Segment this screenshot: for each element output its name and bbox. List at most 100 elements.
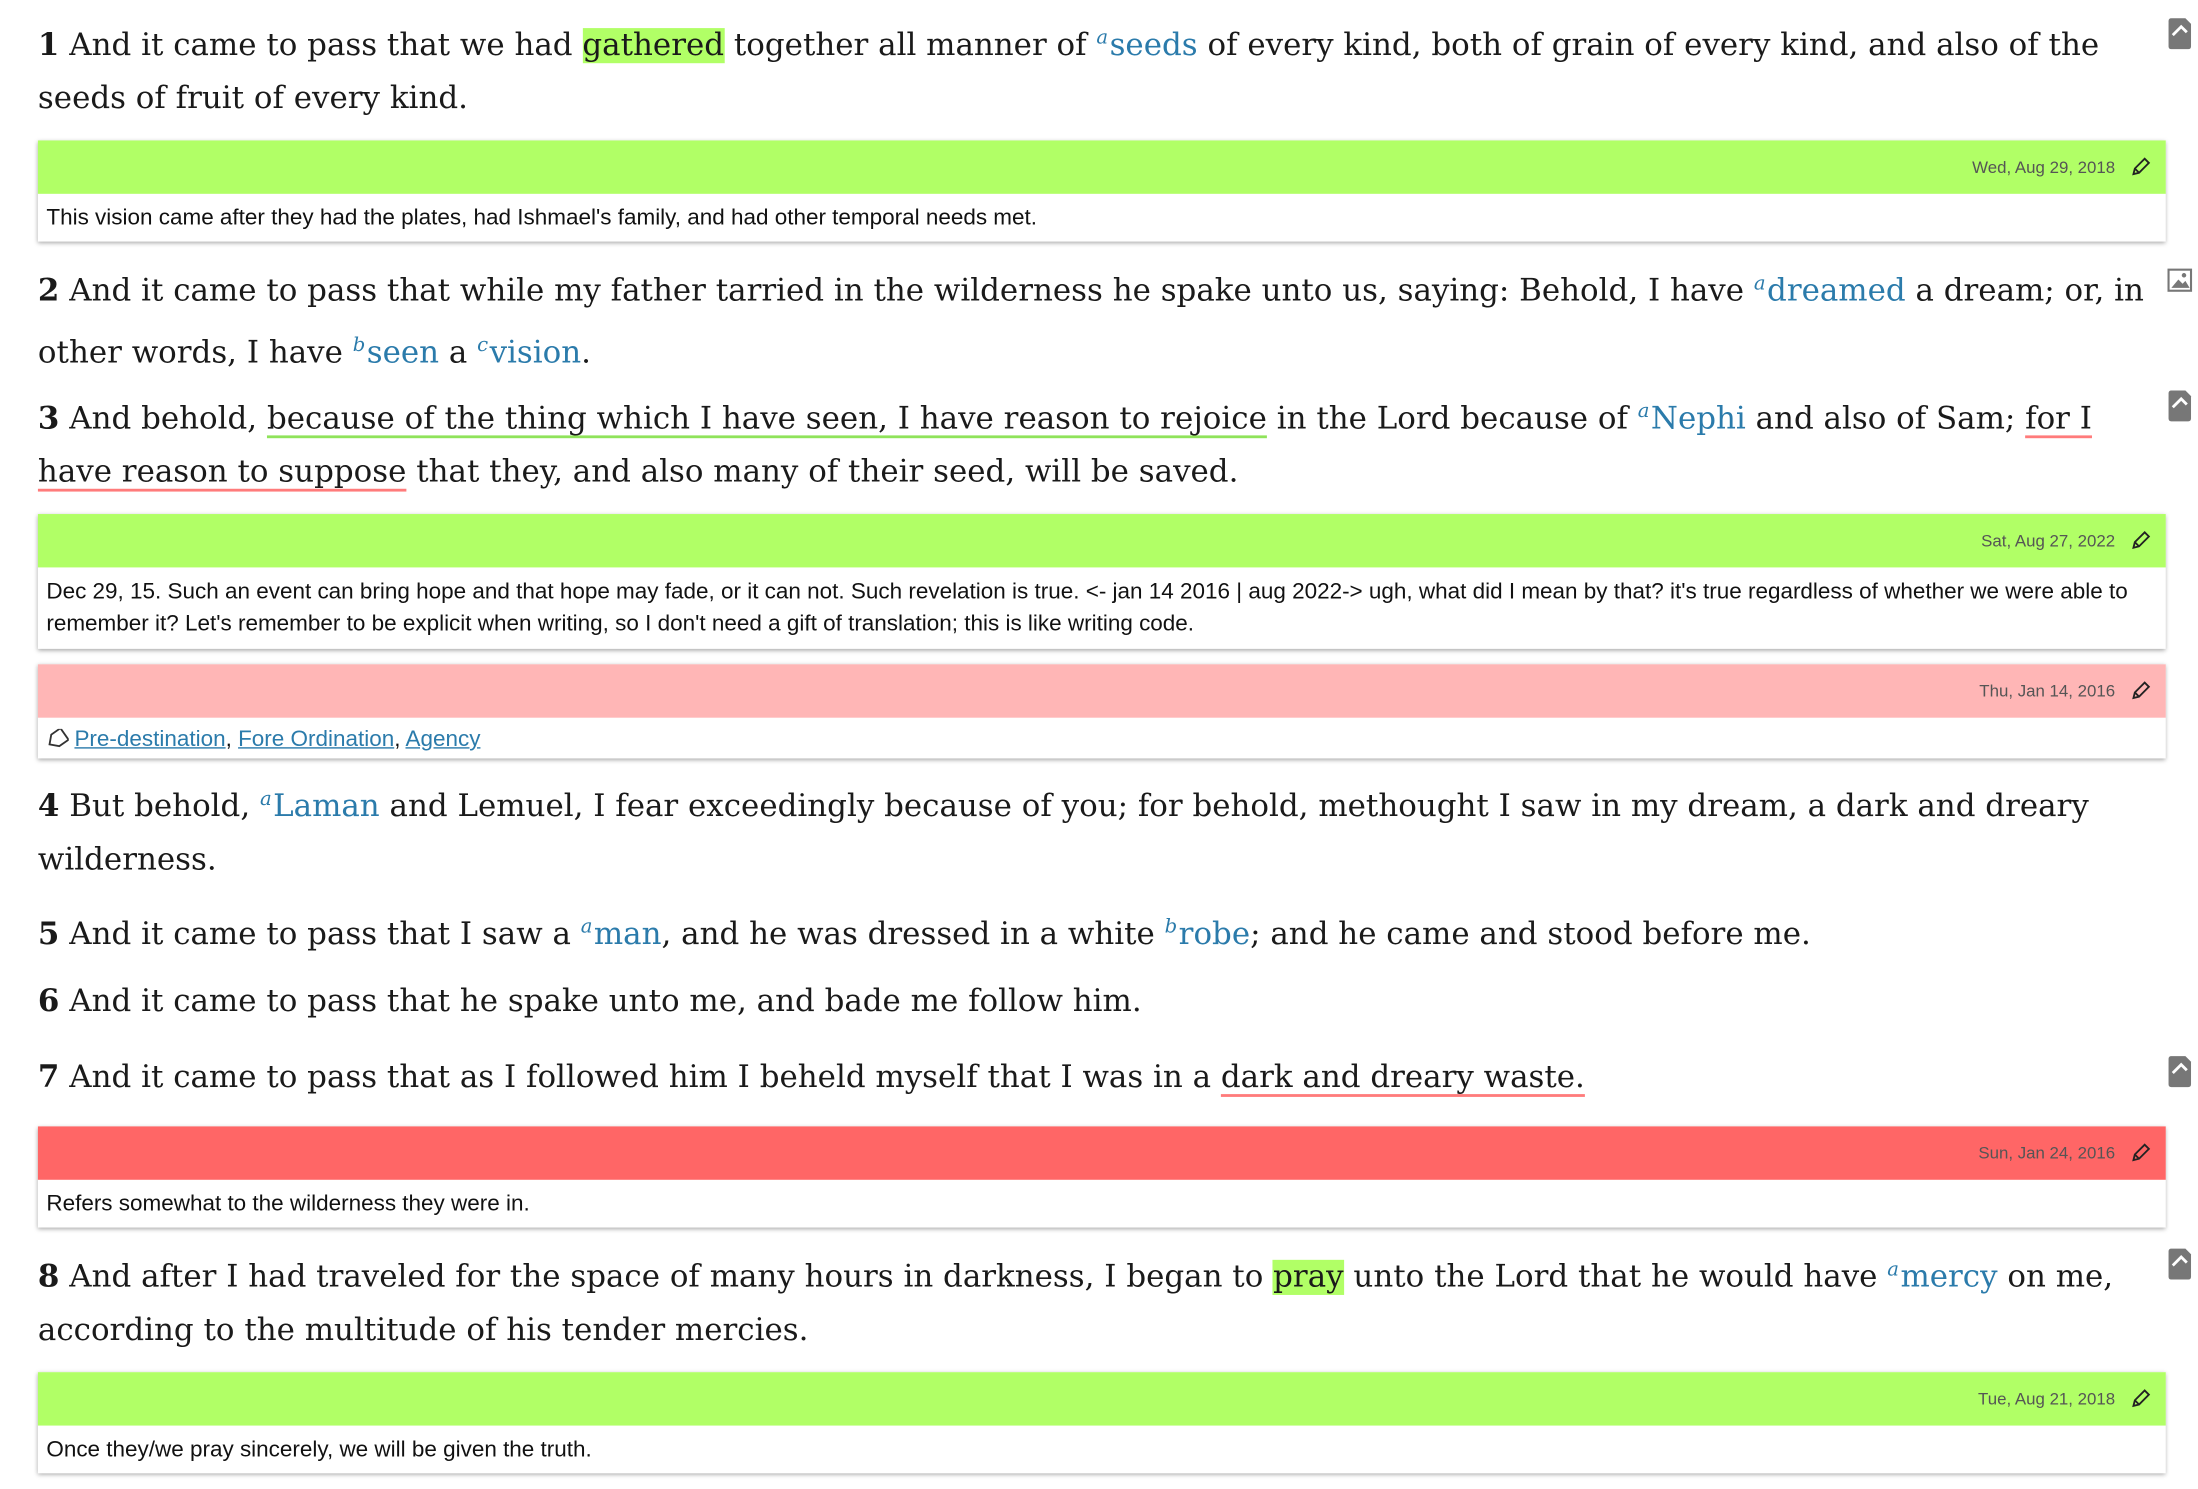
verse-text: . [581, 335, 592, 371]
pencil-icon[interactable] [2129, 1142, 2151, 1164]
footnote-link-seeds[interactable]: aseeds [1096, 26, 1198, 64]
footnote-marker: c [477, 334, 489, 357]
tag-icon [46, 726, 70, 758]
note-date: Wed, Aug 29, 2018 [1972, 157, 2116, 177]
note-highlight-bar: Sun, Jan 24, 2016 [37, 1126, 2166, 1180]
verse-text: And it came to pass that while my father… [69, 273, 1754, 309]
note-icon[interactable] [2167, 17, 2192, 51]
footnote-marker: a [259, 787, 272, 811]
verse-3[interactable]: 3 And behold, because of the thing which… [38, 385, 2152, 500]
note-card[interactable]: Sun, Jan 24, 2016 Refers somewhat to the… [37, 1126, 2166, 1228]
verse-text: And it came to pass that I saw a [69, 917, 581, 953]
note-highlight-bar: Thu, Jan 14, 2016 [37, 664, 2166, 718]
verse-number: 4 [37, 787, 60, 825]
pencil-icon[interactable] [2129, 156, 2151, 178]
verse-5[interactable]: 5 And it came to pass that I saw a aman,… [38, 900, 2152, 962]
footnote-link-dreamed[interactable]: adreamed [1753, 272, 1906, 309]
verse-text: And it came to pass that we had [69, 28, 583, 64]
footnote-word: mercy [1900, 1259, 1998, 1295]
note-icon[interactable] [2167, 389, 2192, 423]
verse-text: And behold, [69, 401, 267, 437]
verse-6[interactable]: 6 And it came to pass that he spake unto… [38, 975, 2152, 1030]
verse-number: 5 [37, 915, 60, 953]
verse-text: together all manner of [724, 28, 1097, 64]
verse-number: 7 [37, 1058, 60, 1096]
footnote-marker: a [1887, 1258, 1900, 1281]
footnote-marker: a [1753, 272, 1766, 295]
footnote-link-seen[interactable]: bseen [352, 334, 440, 371]
note-highlight-bar: Wed, Aug 29, 2018 [37, 140, 2166, 194]
underline-green-mark[interactable]: because of the thing which I have seen, … [267, 402, 1267, 437]
note-text: Once they/we pray sincerely, we will be … [46, 1438, 592, 1463]
footnote-word: seen [366, 335, 440, 371]
verse-4[interactable]: 4 But behold, aLaman and Lemuel, I fear … [38, 772, 2152, 887]
verse-text: a [439, 335, 478, 371]
note-date: Sat, Aug 27, 2022 [1981, 530, 2116, 551]
footnote-marker: a [1096, 26, 1109, 50]
footnote-word: dreamed [1767, 273, 1906, 309]
verse-text: And it came to pass that he spake unto m… [69, 984, 1142, 1020]
footnote-word: vision [489, 335, 582, 371]
note-card[interactable]: Wed, Aug 29, 2018 This vision came after… [37, 140, 2166, 242]
footnote-marker: b [352, 334, 366, 357]
tag-note-card[interactable]: Thu, Jan 14, 2016 Pre-destination, Fore … [37, 664, 2166, 759]
tag-link-fore-ordination[interactable]: Fore Ordination [238, 728, 394, 752]
pencil-icon[interactable] [2129, 1388, 2151, 1410]
verse-8[interactable]: 8 And after I had traveled for the space… [38, 1243, 2152, 1358]
pencil-icon[interactable] [2129, 680, 2151, 702]
verse-text: And after I had traveled for the space o… [69, 1259, 1274, 1295]
note-date: Sun, Jan 24, 2016 [1978, 1143, 2116, 1163]
footnote-link-robe[interactable]: brobe [1165, 916, 1251, 953]
pencil-icon[interactable] [2129, 529, 2151, 551]
verse-text: And it came to pass that as I followed h… [69, 1060, 1221, 1096]
footnote-word: seeds [1109, 28, 1198, 64]
verse-text: that they, and also many of their seed, … [406, 455, 1239, 491]
highlight-gathered[interactable]: gathered [582, 28, 725, 64]
verse-1[interactable]: 1 And it came to pass that we had gather… [38, 11, 2152, 126]
verse-2[interactable]: 2 And it came to pass that while my fath… [38, 257, 2152, 381]
verse-number: 3 [37, 400, 60, 437]
verse-number: 1 [37, 26, 60, 64]
verse-text: But behold, [69, 789, 260, 825]
tag-list: Pre-destination, Fore Ordination, Agency [38, 718, 2166, 766]
verse-text: and also of Sam; [1745, 401, 2026, 437]
verse-text: ; and he came and stood before me. [1250, 917, 1811, 953]
verse-text: , and he was dressed in a white [661, 917, 1165, 953]
verse-7[interactable]: 7 And it came to pass that as I followed… [38, 1051, 2152, 1106]
underline-red-mark[interactable]: dark and dreary waste. [1221, 1060, 1585, 1095]
note-date: Thu, Jan 14, 2016 [1979, 681, 2116, 701]
scripture-page: 1 And it came to pass that we had gather… [0, 0, 2198, 1489]
note-text: This vision came after they had the plat… [46, 206, 1038, 231]
verse-text: unto the Lord that he would have [1343, 1259, 1888, 1295]
verse-number: 2 [37, 272, 60, 309]
verse-number: 8 [37, 1258, 60, 1295]
footnote-word: Laman [273, 789, 380, 825]
tag-separator: , [394, 727, 406, 752]
note-card[interactable]: Tue, Aug 21, 2018 Once they/we pray sinc… [37, 1372, 2166, 1474]
tag-separator: , [225, 727, 239, 752]
footnote-link-vision[interactable]: cvision [477, 334, 582, 371]
note-highlight-bar: Tue, Aug 21, 2018 [37, 1372, 2166, 1426]
footnote-word: man [593, 917, 662, 953]
footnote-link-laman[interactable]: aLaman [259, 787, 380, 825]
footnote-word: robe [1178, 917, 1251, 953]
note-date: Tue, Aug 21, 2018 [1978, 1389, 2116, 1409]
note-card[interactable]: Sat, Aug 27, 2022 Dec 29, 15. Such an ev… [37, 514, 2166, 649]
verse-text: in the Lord because of [1266, 401, 1638, 437]
footnote-marker: a [1637, 400, 1650, 423]
note-text: Refers somewhat to the wilderness they w… [46, 1192, 530, 1217]
footnote-link-man[interactable]: aman [580, 915, 662, 953]
highlight-pray[interactable]: pray [1273, 1259, 1344, 1295]
tag-link-agency[interactable]: Agency [405, 728, 480, 752]
footnote-link-nephi[interactable]: aNephi [1637, 400, 1746, 437]
note-icon[interactable] [2167, 1247, 2192, 1281]
image-icon[interactable] [2167, 267, 2193, 301]
note-highlight-bar: Sat, Aug 27, 2022 [37, 514, 2166, 568]
note-icon[interactable] [2167, 1055, 2192, 1089]
footnote-link-mercy[interactable]: amercy [1887, 1258, 1998, 1295]
note-text: Dec 29, 15. Such an event can bring hope… [46, 580, 2128, 637]
footnote-marker: a [580, 915, 593, 939]
verse-number: 6 [37, 983, 60, 1020]
footnote-word: Nephi [1650, 401, 1746, 437]
tag-link-pre-destination[interactable]: Pre-destination [74, 728, 225, 752]
